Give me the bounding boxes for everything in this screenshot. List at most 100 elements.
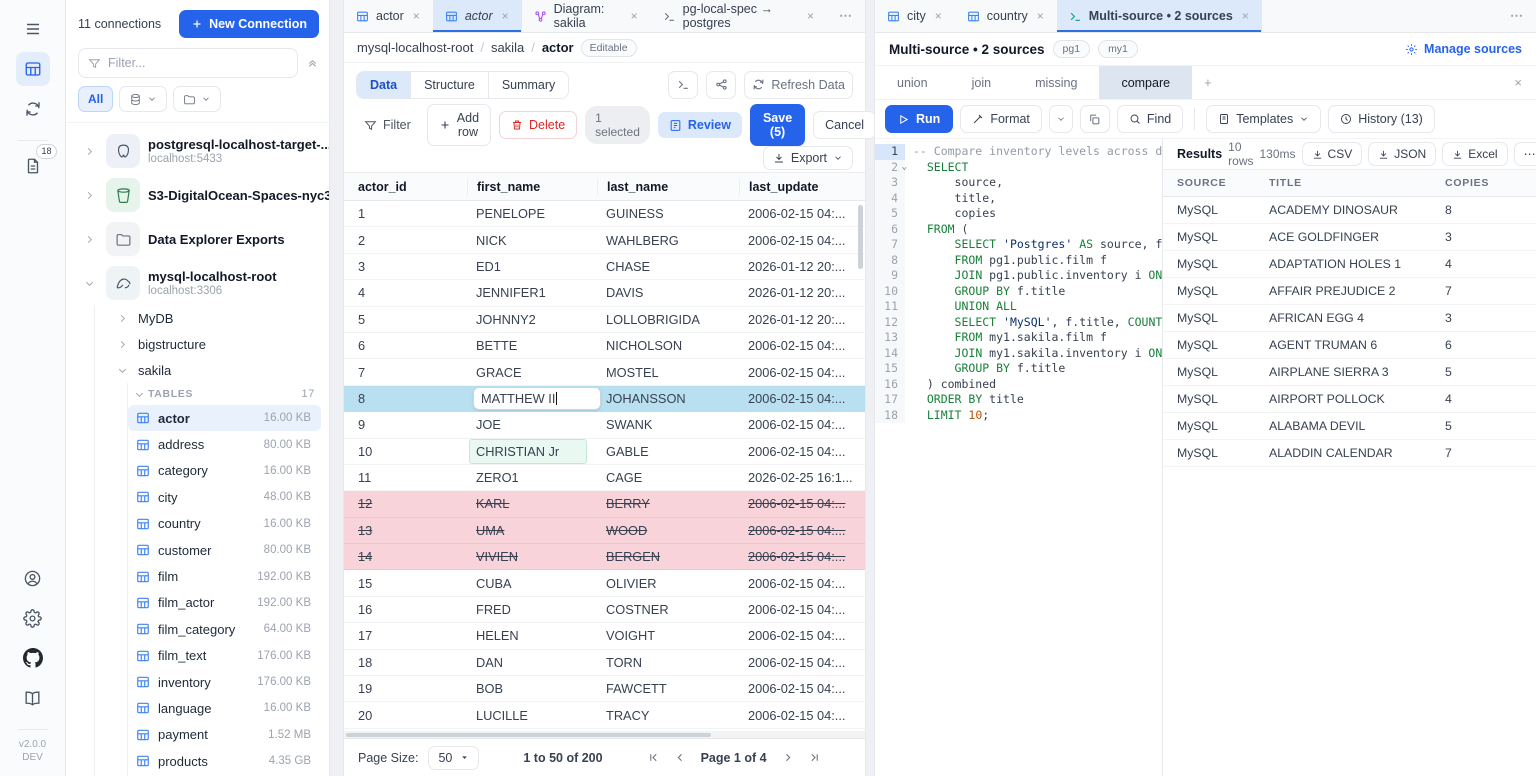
- hamburger-menu-button[interactable]: [16, 12, 50, 46]
- table-row[interactable]: 14VIVIENBERGEN2006-02-15 04:...: [344, 544, 865, 570]
- delete-button[interactable]: Delete: [499, 111, 577, 139]
- save-button[interactable]: Save (5): [750, 104, 805, 146]
- breadcrumb-connection[interactable]: mysql-localhost-root: [357, 40, 473, 55]
- table-row[interactable]: 2NICKWAHLBERG2006-02-15 04:...: [344, 227, 865, 253]
- chevron-down-icon[interactable]: [84, 278, 98, 289]
- tab-multi-source[interactable]: Multi-source • 2 sources×: [1057, 0, 1262, 32]
- filter-chip-folder[interactable]: [173, 86, 221, 112]
- breadcrumb-database[interactable]: sakila: [491, 40, 524, 55]
- results-more-button[interactable]: ⋯: [1514, 142, 1536, 166]
- table-item-country[interactable]: country16.00 KB: [128, 511, 321, 537]
- column-header-first-name[interactable]: first_name: [467, 179, 597, 195]
- close-icon[interactable]: ×: [935, 9, 942, 23]
- format-button[interactable]: Format: [960, 105, 1042, 133]
- export-button[interactable]: Export: [763, 146, 853, 170]
- table-item-film_text[interactable]: film_text176.00 KB: [128, 643, 321, 669]
- new-connection-button[interactable]: New Connection: [179, 10, 319, 38]
- table-row[interactable]: 18DANTORN2006-02-15 04:...: [344, 650, 865, 676]
- column-header-copies[interactable]: COPIES: [1445, 177, 1536, 189]
- table-row[interactable]: 6BETTENICHOLSON2006-02-15 04:...: [344, 333, 865, 359]
- editor-line[interactable]: 12 SELECT 'MySQL', f.title, COUNT(: [875, 315, 1162, 331]
- editor-line[interactable]: 14 JOIN my1.sakila.inventory i ON: [875, 346, 1162, 362]
- table-row[interactable]: 9JOESWANK2006-02-15 04:...: [344, 412, 865, 438]
- close-panel-icon[interactable]: ×: [1500, 66, 1536, 99]
- table-row[interactable]: 3ED1CHASE2026-01-12 20:...: [344, 254, 865, 280]
- source-pill-my1[interactable]: my1: [1098, 40, 1138, 58]
- query-tab-join[interactable]: join: [950, 66, 1013, 99]
- editor-line[interactable]: 10 GROUP BY f.title: [875, 284, 1162, 300]
- sql-console-button[interactable]: [668, 71, 698, 99]
- table-item-film_actor[interactable]: film_actor192.00 KB: [128, 590, 321, 616]
- table-row[interactable]: 7GRACEMOSTEL2006-02-15 04:...: [344, 359, 865, 385]
- filter-chip-all[interactable]: All: [78, 86, 113, 112]
- tab-structure[interactable]: Structure: [411, 72, 489, 98]
- tab-pg-local-spec[interactable]: pg-local-spec → postgres×: [651, 0, 827, 32]
- cell-edit-input[interactable]: MATTHEW II: [473, 387, 601, 410]
- table-row[interactable]: 1PENELOPEGUINESS2006-02-15 04:...: [344, 201, 865, 227]
- export-csv-button[interactable]: CSV: [1302, 142, 1363, 166]
- table-item-address[interactable]: address80.00 KB: [128, 431, 321, 457]
- refresh-data-button[interactable]: Refresh Data: [744, 71, 853, 99]
- grid-horizontal-scrollbar[interactable]: [344, 731, 865, 738]
- history-button[interactable]: History (13): [1328, 105, 1435, 133]
- source-pill-pg1[interactable]: pg1: [1053, 40, 1091, 58]
- format-options-button[interactable]: [1049, 105, 1073, 133]
- add-query-tab-button[interactable]: +: [1192, 66, 1224, 99]
- results-row[interactable]: MySQLAGENT TRUMAN 66: [1163, 332, 1536, 359]
- sync-nav-button[interactable]: [16, 92, 50, 126]
- results-row[interactable]: MySQLADAPTATION HOLES 14: [1163, 251, 1536, 278]
- scripts-nav-button[interactable]: 18: [16, 149, 50, 183]
- close-icon[interactable]: ×: [631, 9, 638, 23]
- collapse-all-icon[interactable]: [304, 55, 321, 72]
- table-item-actor[interactable]: actor16.00 KB: [128, 405, 321, 431]
- results-row[interactable]: MySQLACE GOLDFINGER3: [1163, 224, 1536, 251]
- results-row[interactable]: MySQLAFRICAN EGG 43: [1163, 305, 1536, 332]
- filter-chip-database-type[interactable]: [119, 86, 167, 112]
- table-row[interactable]: 4JENNIFER1DAVIS2026-01-12 20:...: [344, 280, 865, 306]
- tab-data[interactable]: Data: [357, 72, 411, 98]
- query-tab-compare[interactable]: compare: [1099, 66, 1192, 99]
- run-button[interactable]: Run: [885, 105, 953, 133]
- column-header-last-name[interactable]: last_name: [597, 179, 739, 195]
- add-row-button[interactable]: Add row: [427, 104, 491, 146]
- table-item-language[interactable]: language16.00 KB: [128, 695, 321, 721]
- tab-diagram-sakila[interactable]: Diagram: sakila×: [522, 0, 651, 32]
- results-row[interactable]: MySQLALABAMA DEVIL5: [1163, 413, 1536, 440]
- editor-line[interactable]: 8 FROM pg1.public.film f: [875, 253, 1162, 269]
- results-row[interactable]: MySQLAIRPLANE SIERRA 35: [1163, 359, 1536, 386]
- editor-line[interactable]: 5 copies: [875, 206, 1162, 222]
- table-row[interactable]: 19BOBFAWCETT2006-02-15 04:...: [344, 676, 865, 702]
- find-button[interactable]: Find: [1117, 105, 1183, 133]
- table-row[interactable]: 5JOHNNY2LOLLOBRIGIDA2026-01-12 20:...: [344, 307, 865, 333]
- table-item-film[interactable]: film192.00 KB: [128, 563, 321, 589]
- first-page-button[interactable]: [647, 751, 660, 764]
- column-header-last-update[interactable]: last_update: [739, 179, 865, 195]
- breadcrumb-table[interactable]: actor: [542, 40, 574, 55]
- results-row[interactable]: MySQLAIRPORT POLLOCK4: [1163, 386, 1536, 413]
- github-button[interactable]: [16, 641, 50, 675]
- chevron-right-icon[interactable]: [84, 146, 98, 157]
- table-item-payment[interactable]: payment1.52 MB: [128, 722, 321, 748]
- grid-vertical-scrollbar[interactable]: [858, 201, 864, 731]
- connection-filter-field[interactable]: [78, 48, 298, 78]
- export-excel-button[interactable]: Excel: [1442, 142, 1507, 166]
- tab-city[interactable]: city×: [875, 0, 955, 32]
- connection-item-postgresql-localhost-target-[interactable]: postgresql-localhost-target-...localhost…: [72, 129, 329, 173]
- editor-line[interactable]: 9 JOIN pg1.public.inventory i ON: [875, 268, 1162, 284]
- query-tab-union[interactable]: union: [875, 66, 950, 99]
- table-row[interactable]: 16FREDCOSTNER2006-02-15 04:...: [344, 597, 865, 623]
- editor-line[interactable]: 3 source,: [875, 175, 1162, 191]
- tab-actor-1[interactable]: actor×: [344, 0, 433, 32]
- editor-line[interactable]: 6 FROM (: [875, 222, 1162, 238]
- table-row[interactable]: 10CHRISTIAN JrGABLE2006-02-15 04:...: [344, 439, 865, 465]
- chevron-right-icon[interactable]: [84, 234, 98, 245]
- database-item-mydb[interactable]: MyDB: [97, 305, 329, 331]
- connection-item-mysql-localhost-root[interactable]: mysql-localhost-rootlocalhost:3306: [72, 261, 329, 305]
- editor-line[interactable]: 2⌄ SELECT: [875, 160, 1162, 176]
- copy-button[interactable]: [1080, 105, 1110, 133]
- tab-country[interactable]: country×: [955, 0, 1057, 32]
- fold-chevron-icon[interactable]: ⌄: [902, 160, 907, 176]
- editor-line[interactable]: 11 UNION ALL: [875, 299, 1162, 315]
- results-row[interactable]: MySQLAFFAIR PREJUDICE 27: [1163, 278, 1536, 305]
- table-row[interactable]: 12KARLBERRY2006-02-15 04:...: [344, 491, 865, 517]
